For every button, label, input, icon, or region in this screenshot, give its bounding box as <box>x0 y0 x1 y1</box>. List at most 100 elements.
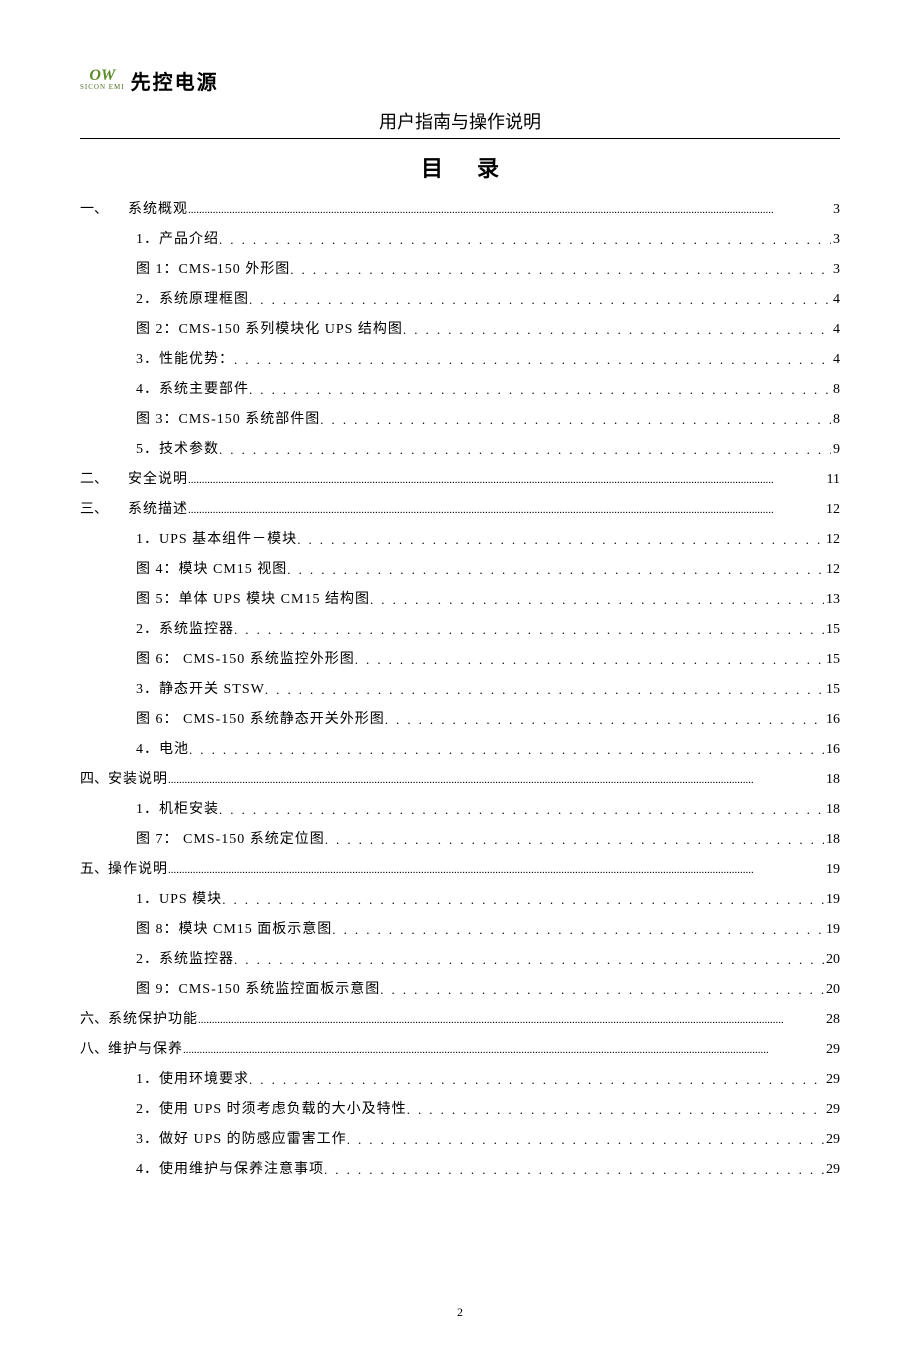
toc-leader-dots <box>189 735 824 765</box>
toc-section-number: 二、 <box>80 465 128 495</box>
toc-entry: 3．做好 UPS 的防感应雷害工作 29 <box>80 1125 840 1155</box>
toc-leader-dots <box>347 1125 824 1155</box>
toc-leader-dots <box>234 945 824 975</box>
toc-entry-label: 图 5：单体 UPS 模块 CM15 结构图 <box>108 585 370 615</box>
toc-entry: 2．系统监控器20 <box>80 945 840 975</box>
toc-leader-dots <box>249 375 831 405</box>
toc-leader-dots <box>332 915 824 945</box>
toc-entry-label: 图 8：模块 CM15 面板示意图 <box>108 915 332 945</box>
toc-entry-page: 16 <box>824 705 840 735</box>
toc-entry-label: 2．系统原理框图 <box>108 285 249 315</box>
toc-entry-page: 12 <box>824 555 840 585</box>
toc-leader-dots <box>183 1035 824 1065</box>
toc-entry-label: 2．系统监控器 <box>108 945 234 975</box>
toc-entry: 三、系统描述12 <box>80 495 840 525</box>
toc-entry: 图 9：CMS-150 系统监控面板示意图20 <box>80 975 840 1005</box>
toc-entry-label: 图 2：CMS-150 系列模块化 UPS 结构图 <box>108 315 403 345</box>
toc-entry-label: 4．电池 <box>108 735 189 765</box>
toc-entry: 图 5：单体 UPS 模块 CM15 结构图 13 <box>80 585 840 615</box>
toc-leader-dots <box>198 1005 824 1035</box>
toc-leader-dots <box>219 435 831 465</box>
toc-entry-page: 8 <box>831 375 840 405</box>
toc-entry-page: 3 <box>831 255 840 285</box>
toc-leader-dots <box>355 645 824 675</box>
toc-entry: 六、系统保护功能28 <box>80 1005 840 1035</box>
toc-entry-page: 4 <box>831 345 840 375</box>
toc-entry-label: 系统描述 <box>128 495 188 525</box>
toc-entry-page: 9 <box>831 435 840 465</box>
toc-entry-page: 3 <box>831 225 840 255</box>
toc-entry: 图 8：模块 CM15 面板示意图19 <box>80 915 840 945</box>
toc-entry-label: 3．性能优势： <box>108 345 234 375</box>
toc-entry: 一、系统概观3 <box>80 195 840 225</box>
toc-entry-page: 4 <box>831 315 840 345</box>
toc-leader-dots <box>219 795 824 825</box>
toc-entry: 4．系统主要部件 8 <box>80 375 840 405</box>
document-header: OW SICON EMI 先控电源 <box>80 60 840 106</box>
toc-entry-label: 2．使用 UPS 时须考虑负载的大小及特性 <box>108 1095 407 1125</box>
toc-leader-dots <box>234 615 824 645</box>
toc-leader-dots <box>290 255 831 285</box>
toc-entry: 3．静态开关 STSW15 <box>80 675 840 705</box>
toc-section-number: 四、 <box>80 765 108 795</box>
toc-entry: 4．电池 16 <box>80 735 840 765</box>
toc-leader-dots <box>325 825 824 855</box>
toc-section-number: 六、 <box>80 1005 108 1035</box>
toc-entry-page: 13 <box>824 585 840 615</box>
toc-entry-page: 19 <box>824 855 840 885</box>
toc-entry-page: 29 <box>824 1035 840 1065</box>
toc-entry-page: 15 <box>824 615 840 645</box>
toc-entry-page: 19 <box>824 885 840 915</box>
toc-entry: 1．机柜安装18 <box>80 795 840 825</box>
toc-entry-label: 1．使用环境要求 <box>108 1065 249 1095</box>
toc-entry-label: 3．静态开关 STSW <box>108 675 265 705</box>
toc-entry-page: 29 <box>824 1125 840 1155</box>
toc-entry-page: 29 <box>824 1095 840 1125</box>
page-number: 2 <box>80 1185 840 1320</box>
toc-entry: 五、操作说明 19 <box>80 855 840 885</box>
toc-entry-label: 图 4：模块 CM15 视图 <box>108 555 287 585</box>
toc-entry-label: 1．UPS 模块 <box>108 885 222 915</box>
toc-entry: 1．使用环境要求29 <box>80 1065 840 1095</box>
toc-entry-label: 维护与保养 <box>108 1035 183 1065</box>
toc-section-number: 三、 <box>80 495 128 525</box>
toc-leader-dots <box>370 585 824 615</box>
toc-entry-page: 16 <box>824 735 840 765</box>
document-subtitle: 用户指南与操作说明 <box>80 106 840 138</box>
toc-entry: 图 4：模块 CM15 视图 12 <box>80 555 840 585</box>
toc-entry: 3．性能优势： 4 <box>80 345 840 375</box>
toc-leader-dots <box>168 855 824 885</box>
toc-entry-page: 28 <box>824 1005 840 1035</box>
toc-entry-page: 12 <box>824 525 840 555</box>
toc-entry-label: 1．UPS 基本组件－模块 <box>108 525 297 555</box>
toc-leader-dots <box>188 465 825 495</box>
toc-section-number: 八、 <box>80 1035 108 1065</box>
toc-entry-label: 2．系统监控器 <box>108 615 234 645</box>
toc-section-number: 一、 <box>80 195 128 225</box>
toc-entry-label: 图 6： CMS-150 系统监控外形图 <box>108 645 355 675</box>
brand-name: 先控电源 <box>131 66 219 95</box>
toc-leader-dots <box>234 345 831 375</box>
toc-entry: 2．系统原理框图 4 <box>80 285 840 315</box>
toc-entry-label: 5．技术参数 <box>108 435 219 465</box>
logo-bottom-text: SICON EMI <box>80 83 125 91</box>
toc-leader-dots <box>287 555 824 585</box>
toc-leader-dots <box>403 315 831 345</box>
toc-entry-label: 4．使用维护与保养注意事项 <box>108 1155 324 1185</box>
toc-leader-dots <box>297 525 824 555</box>
toc-entry: 1．产品介绍3 <box>80 225 840 255</box>
toc-leader-dots <box>324 1155 824 1185</box>
toc-entry-label: 4．系统主要部件 <box>108 375 249 405</box>
toc-entry-label: 图 6： CMS-150 系统静态开关外形图 <box>108 705 385 735</box>
toc-entry: 图 6： CMS-150 系统静态开关外形图 16 <box>80 705 840 735</box>
toc-entry-label: 3．做好 UPS 的防感应雷害工作 <box>108 1125 347 1155</box>
toc-entry: 图 2：CMS-150 系列模块化 UPS 结构图 4 <box>80 315 840 345</box>
toc-entry-page: 4 <box>831 285 840 315</box>
toc-section-number: 五、 <box>80 855 108 885</box>
toc-leader-dots <box>265 675 824 705</box>
toc-entry: 2．系统监控器 15 <box>80 615 840 645</box>
toc-entry: 图 7： CMS-150 系统定位图18 <box>80 825 840 855</box>
toc-leader-dots <box>380 975 824 1005</box>
toc-entry: 八、维护与保养 29 <box>80 1035 840 1065</box>
toc-entry-label: 操作说明 <box>108 855 168 885</box>
